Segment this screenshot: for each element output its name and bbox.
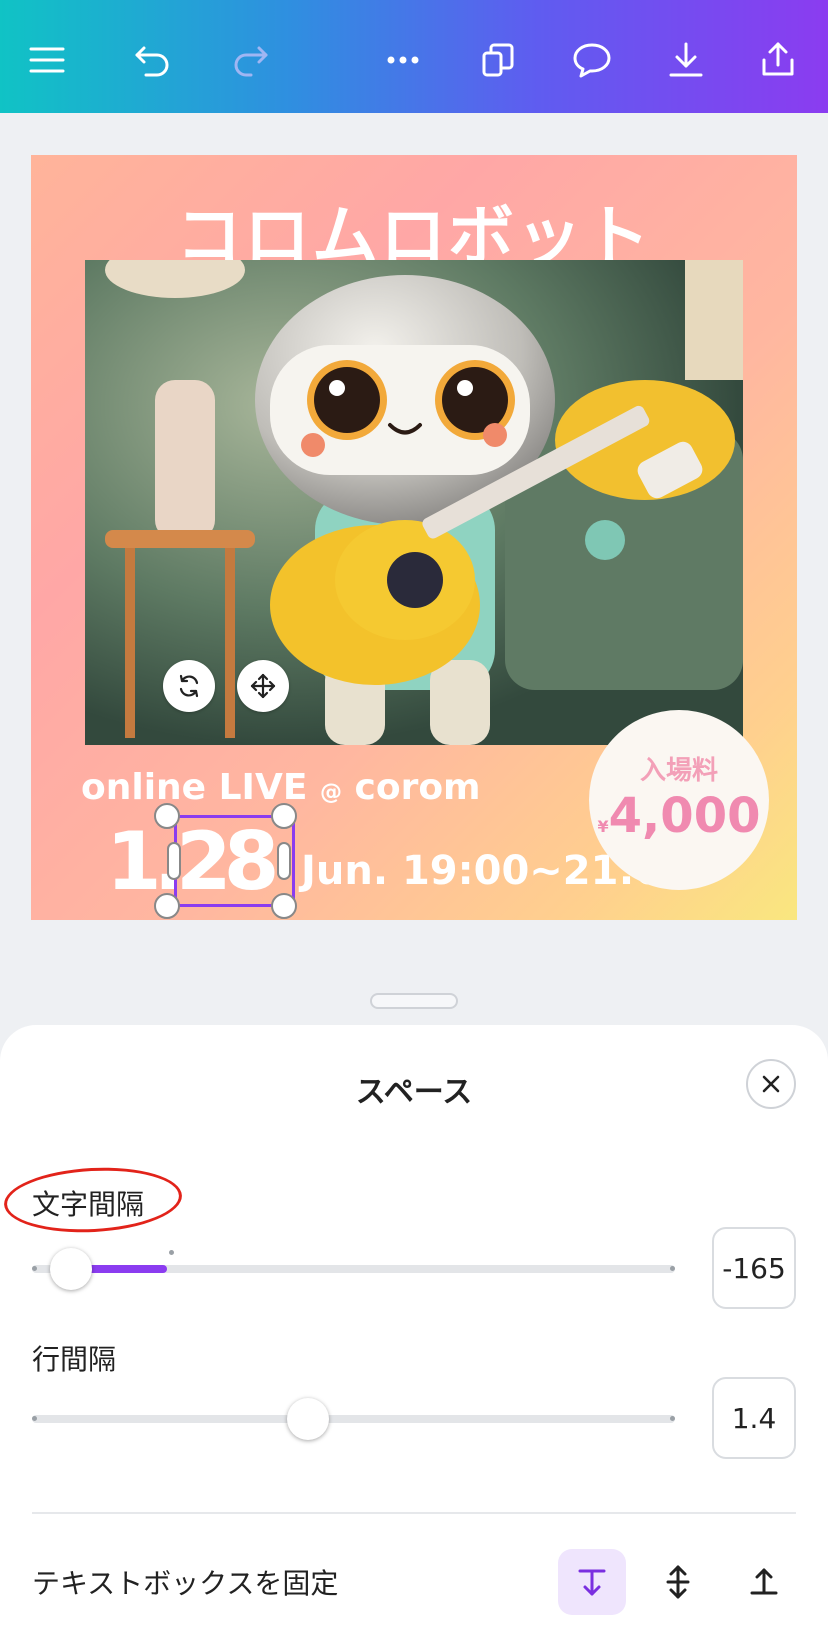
line-spacing-label: 行間隔 — [32, 1343, 117, 1376]
resize-handle-bottom-left[interactable] — [154, 893, 180, 919]
letter-spacing-label: 文字間隔 — [32, 1188, 145, 1221]
comment-icon[interactable] — [562, 30, 622, 90]
letter-spacing-slider-knob[interactable] — [49, 1248, 92, 1290]
resize-handle-top-left[interactable] — [154, 803, 180, 829]
design-canvas[interactable]: コロムロボット online LIVE @ corom 1.28 Jun. 19… — [31, 155, 797, 920]
more-icon[interactable] — [373, 30, 433, 90]
anchor-top-icon[interactable] — [558, 1549, 626, 1615]
sheet-title: スペース — [355, 1075, 473, 1110]
slider-max-dot — [670, 1266, 675, 1271]
move-handle-icon[interactable] — [237, 660, 289, 712]
resize-handle-bottom-right[interactable] — [271, 893, 297, 919]
online-live-text[interactable]: online LIVE @ corom — [81, 767, 481, 808]
top-toolbar — [0, 0, 828, 113]
resize-handle-top-right[interactable] — [271, 803, 297, 829]
slider-max-dot — [670, 1416, 675, 1421]
letter-spacing-value-field[interactable]: -165 — [712, 1227, 796, 1309]
rotate-handle-icon[interactable] — [163, 660, 215, 712]
slider-default-dot — [169, 1250, 174, 1255]
fix-textbox-label: テキストボックスを固定 — [32, 1567, 339, 1600]
anchor-bottom-icon[interactable] — [730, 1549, 798, 1615]
line-spacing-slider-track[interactable] — [32, 1415, 675, 1423]
anchor-middle-icon[interactable] — [644, 1549, 712, 1615]
share-icon[interactable] — [748, 30, 808, 90]
line-spacing-value-field[interactable]: 1.4 — [712, 1377, 796, 1459]
sheet-drag-handle[interactable] — [370, 993, 458, 1009]
slider-min-dot — [32, 1266, 37, 1271]
redo-icon[interactable] — [221, 30, 281, 90]
close-icon[interactable] — [746, 1059, 796, 1109]
menu-icon[interactable] — [17, 30, 77, 90]
fee-label: 入場料 — [639, 756, 718, 786]
entry-fee-badge[interactable]: 入場料 ¥4,000 — [589, 710, 769, 890]
slider-min-dot — [32, 1416, 37, 1421]
resize-handle-left[interactable] — [167, 842, 181, 880]
duplicate-icon[interactable] — [468, 30, 528, 90]
fee-amount: ¥4,000 — [597, 788, 761, 844]
download-icon[interactable] — [656, 30, 716, 90]
resize-handle-right[interactable] — [277, 842, 291, 880]
divider — [32, 1512, 796, 1514]
undo-icon[interactable] — [122, 30, 182, 90]
